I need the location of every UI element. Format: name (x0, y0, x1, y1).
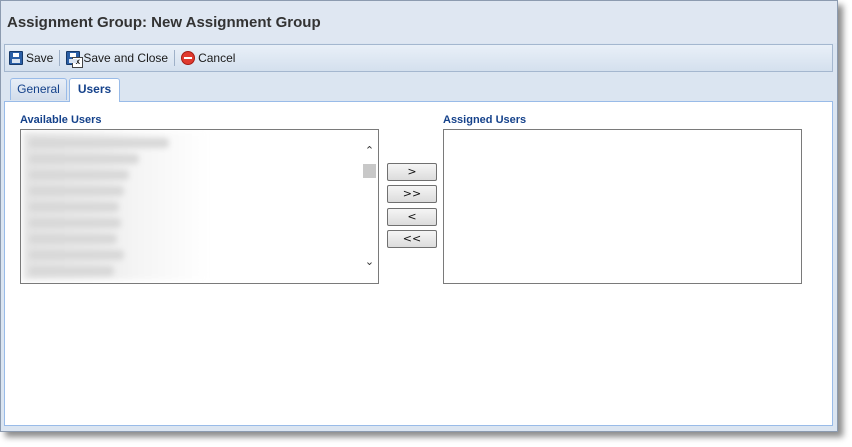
save-and-close-icon: x (66, 51, 84, 68)
add-all-button[interactable]: >> (387, 185, 437, 203)
remove-selected-button[interactable]: < (387, 208, 437, 226)
cancel-button[interactable]: Cancel (177, 48, 239, 68)
toolbar: Save x Save and Close Cancel (4, 44, 833, 72)
cancel-icon (181, 51, 196, 65)
remove-all-button[interactable]: << (387, 230, 437, 248)
assigned-users-list[interactable] (443, 129, 802, 284)
cancel-label: Cancel (198, 51, 236, 65)
chevron-down-icon[interactable]: ⌄ (361, 255, 378, 269)
save-label: Save (26, 51, 54, 65)
page-title: Assignment Group: New Assignment Group (7, 14, 321, 31)
blurred-user-entries (23, 132, 209, 280)
tab-general[interactable]: General (10, 78, 67, 100)
available-users-scrollbar[interactable]: ⌃ ⌄ (361, 130, 378, 283)
toolbar-divider (59, 50, 61, 66)
save-and-close-button[interactable]: x Save and Close (62, 48, 172, 68)
title-bar: Assignment Group: New Assignment Group (1, 1, 837, 43)
save-and-close-label: Save and Close (83, 51, 169, 65)
save-icon (9, 51, 23, 65)
toolbar-divider (174, 50, 176, 66)
tab-users[interactable]: Users (69, 78, 120, 102)
add-selected-button[interactable]: > (387, 163, 437, 181)
tab-strip: General Users (4, 72, 833, 102)
save-button[interactable]: Save (5, 48, 57, 68)
assigned-users-label: Assigned Users (443, 114, 527, 126)
scroll-thumb[interactable] (363, 164, 376, 178)
available-users-label: Available Users (20, 114, 102, 126)
users-panel: Available Users Assigned Users ⌃ ⌄ > >> (4, 102, 833, 426)
chevron-up-icon[interactable]: ⌃ (361, 144, 378, 158)
assignment-group-window: Assignment Group: New Assignment Group S… (0, 0, 838, 432)
available-users-list[interactable]: ⌃ ⌄ (20, 129, 379, 284)
